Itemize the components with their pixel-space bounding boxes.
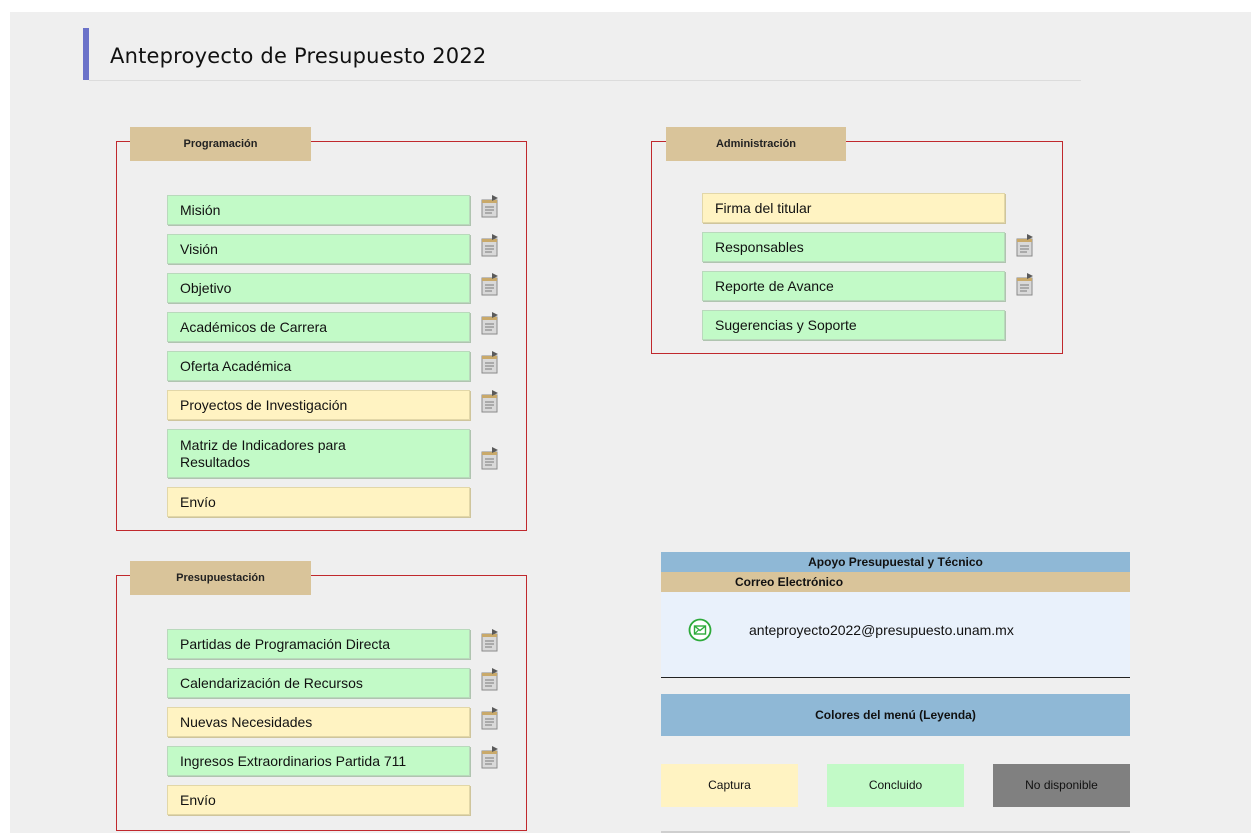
report-icon[interactable] bbox=[480, 350, 500, 374]
report-icon[interactable] bbox=[480, 628, 500, 652]
page-container: Anteproyecto de Presupuesto 2022 Program… bbox=[10, 12, 1251, 833]
menu-item-academicos-de-carrera[interactable]: Académicos de Carrera bbox=[167, 312, 470, 342]
report-icon[interactable] bbox=[480, 272, 500, 296]
menu-item-firma-del-titular[interactable]: Firma del titular bbox=[702, 193, 1005, 223]
menu-item-oferta-academica[interactable]: Oferta Académica bbox=[167, 351, 470, 381]
report-icon[interactable] bbox=[480, 745, 500, 769]
menu-item-mision[interactable]: Misión bbox=[167, 195, 470, 225]
programacion-legend: Programación bbox=[130, 127, 311, 161]
report-icon[interactable] bbox=[480, 194, 500, 218]
menu-item-envio-programacion[interactable]: Envío bbox=[167, 487, 470, 517]
menu-item-responsables[interactable]: Responsables bbox=[702, 232, 1005, 262]
report-icon[interactable] bbox=[480, 446, 500, 470]
title-accent-bar bbox=[83, 28, 89, 80]
support-email-link[interactable]: anteproyecto2022@presupuesto.unam.mx bbox=[749, 622, 1014, 638]
menu-item-sugerencias-y-soporte[interactable]: Sugerencias y Soporte bbox=[702, 310, 1005, 340]
report-icon[interactable] bbox=[480, 389, 500, 413]
menu-item-proyectos-de-investigacion[interactable]: Proyectos de Investigación bbox=[167, 390, 470, 420]
administracion-legend: Administración bbox=[666, 127, 846, 161]
support-subheader: Correo Electrónico bbox=[661, 572, 1130, 592]
support-body: anteproyecto2022@presupuesto.unam.mx bbox=[661, 592, 1130, 678]
report-icon[interactable] bbox=[1015, 233, 1035, 257]
report-icon[interactable] bbox=[1015, 272, 1035, 296]
menu-item-matriz-de-indicadores[interactable]: Matriz de Indicadores para Resultados bbox=[167, 429, 470, 478]
legend-swatch-captura: Captura bbox=[661, 764, 798, 807]
support-header: Apoyo Presupuestal y Técnico bbox=[661, 552, 1130, 572]
menu-item-calendarizacion-de-recursos[interactable]: Calendarización de Recursos bbox=[167, 668, 470, 698]
mail-icon[interactable] bbox=[688, 618, 712, 642]
title-divider bbox=[89, 80, 1081, 81]
color-legend-header: Colores del menú (Leyenda) bbox=[661, 694, 1130, 736]
presupuestacion-legend: Presupuestación bbox=[130, 561, 311, 595]
menu-item-ingresos-extraordinarios[interactable]: Ingresos Extraordinarios Partida 711 bbox=[167, 746, 470, 776]
report-icon[interactable] bbox=[480, 233, 500, 257]
legend-swatch-no-disponible: No disponible bbox=[993, 764, 1130, 807]
menu-item-vision[interactable]: Visión bbox=[167, 234, 470, 264]
page-title: Anteproyecto de Presupuesto 2022 bbox=[110, 44, 487, 68]
legend-swatch-concluido: Concluido bbox=[827, 764, 964, 807]
report-icon[interactable] bbox=[480, 706, 500, 730]
report-icon[interactable] bbox=[480, 667, 500, 691]
menu-item-objetivo[interactable]: Objetivo bbox=[167, 273, 470, 303]
menu-item-envio-presupuestacion[interactable]: Envío bbox=[167, 785, 470, 815]
menu-item-reporte-de-avance[interactable]: Reporte de Avance bbox=[702, 271, 1005, 301]
menu-item-partidas-de-programacion-directa[interactable]: Partidas de Programación Directa bbox=[167, 629, 470, 659]
report-icon[interactable] bbox=[480, 311, 500, 335]
menu-item-nuevas-necesidades[interactable]: Nuevas Necesidades bbox=[167, 707, 470, 737]
